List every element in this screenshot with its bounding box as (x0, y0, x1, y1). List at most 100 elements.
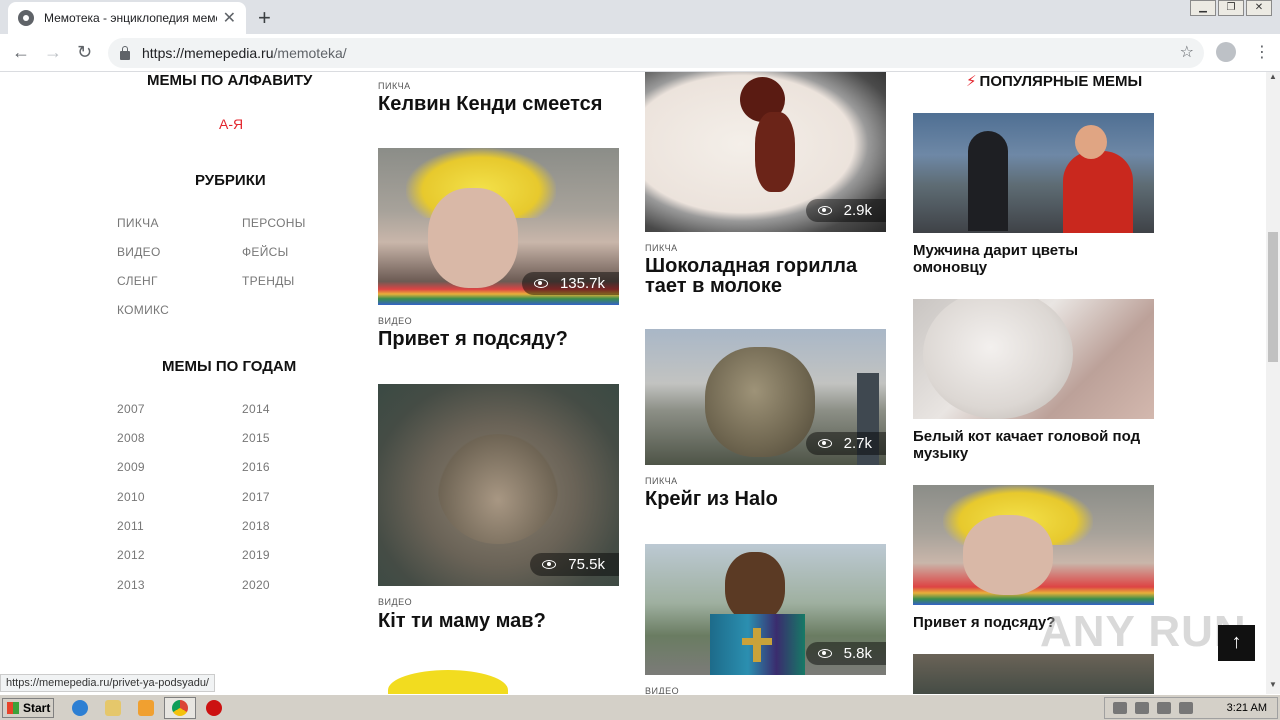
card-category: ПИКЧА (378, 81, 411, 91)
meme-thumbnail[interactable]: 135.7k (378, 148, 619, 305)
eye-icon (817, 649, 832, 658)
security-app-icon[interactable] (206, 700, 222, 716)
card-title[interactable]: Шоколадная горилла тает в молоке (645, 256, 885, 296)
card-title[interactable]: Привет я подсяду? (378, 329, 568, 349)
year-link[interactable]: 2015 (242, 431, 270, 445)
rubric-link[interactable]: ФЕЙСЫ (242, 245, 289, 259)
year-link[interactable]: 2020 (242, 578, 270, 592)
clock: 3:21 AM (1226, 702, 1267, 714)
view-counter: 5.8k (805, 642, 886, 665)
cross-art (753, 628, 761, 662)
card-category: ПИКЧА (645, 243, 678, 253)
rubric-link[interactable]: ПИКЧА (117, 216, 159, 230)
network-icon[interactable] (1157, 702, 1171, 714)
view-counter: 135.7k (521, 272, 619, 295)
chrome-icon (172, 700, 188, 716)
thumbnail-art (923, 299, 1073, 419)
popular-thumbnail[interactable] (913, 485, 1154, 605)
year-link[interactable]: 2016 (242, 460, 270, 474)
card-category: ПИКЧА (645, 476, 678, 486)
view-count: 75.5k (568, 556, 605, 573)
scroll-down-arrow-icon[interactable]: ▼ (1266, 680, 1280, 694)
thumbnail-art (725, 552, 785, 622)
thumbnail-art (1075, 125, 1107, 159)
internet-explorer-icon[interactable] (72, 700, 88, 716)
back-arrow-icon[interactable]: ← (12, 42, 30, 63)
meme-thumbnail[interactable]: 75.5k (378, 384, 619, 586)
year-link[interactable]: 2013 (117, 578, 145, 592)
year-link[interactable]: 2014 (242, 402, 270, 416)
page-scrollbar[interactable]: ▲ ▼ (1266, 72, 1280, 694)
close-tab-icon[interactable]: ✕ (223, 8, 236, 28)
year-link[interactable]: 2018 (242, 519, 270, 533)
profile-avatar-icon[interactable] (1216, 42, 1236, 62)
rubric-link[interactable]: ВИДЕО (117, 245, 161, 259)
forward-arrow-icon[interactable]: → (44, 42, 62, 63)
popular-title[interactable]: Мужчина дарит цветы омоновцу (913, 242, 1154, 276)
browser-titlebar: Мемотека - энциклопедия мемов ✕ + ▁ ❐ ✕ (0, 0, 1280, 34)
new-tab-icon[interactable]: + (258, 5, 271, 31)
year-link[interactable]: 2017 (242, 490, 270, 504)
bookmark-star-icon[interactable]: ☆ (1180, 42, 1194, 62)
flag-icon[interactable] (1179, 702, 1193, 714)
thumbnail-art (963, 515, 1053, 595)
rubric-link[interactable]: СЛЕНГ (117, 274, 158, 288)
reload-icon[interactable]: ↻ (77, 42, 92, 63)
meme-thumbnail[interactable]: 2.7k (645, 329, 886, 465)
address-bar[interactable]: https://memepedia.ru/memoteka/ ☆ (108, 38, 1204, 68)
year-link[interactable]: 2012 (117, 548, 145, 562)
thumbnail-art (1063, 151, 1133, 233)
rubric-link[interactable]: ПЕРСОНЫ (242, 216, 306, 230)
media-player-icon[interactable] (138, 700, 154, 716)
meme-thumbnail[interactable]: 5.8k (645, 544, 886, 675)
view-count: 2.9k (843, 202, 872, 219)
minimize-button[interactable]: ▁ (1190, 0, 1216, 16)
thumbnail-art (388, 670, 508, 694)
popular-thumbnail[interactable] (913, 113, 1154, 233)
volume-icon[interactable] (1135, 702, 1149, 714)
url-host: https://memepedia.ru (142, 45, 274, 61)
year-link[interactable]: 2010 (117, 490, 145, 504)
browser-menu-icon[interactable]: ⋮ (1254, 42, 1270, 62)
url-path: /memoteka/ (273, 45, 347, 61)
scrollbar-thumb[interactable] (1268, 232, 1278, 362)
scroll-up-arrow-icon[interactable]: ▲ (1266, 72, 1280, 86)
thumbnail-art (755, 112, 795, 192)
restore-button[interactable]: ❐ (1218, 0, 1244, 16)
card-title[interactable]: Крейг из Halo (645, 489, 778, 509)
year-link[interactable]: 2019 (242, 548, 270, 562)
scroll-to-top-button[interactable]: ↑ (1218, 625, 1255, 661)
browser-toolbar: ← → ↻ https://memepedia.ru/memoteka/ ☆ ⋮ (0, 34, 1280, 72)
year-link[interactable]: 2011 (117, 519, 144, 533)
site-favicon-icon (18, 10, 34, 26)
alphabet-heading: МЕМЫ ПО АЛФАВИТУ (147, 72, 313, 89)
card-category: ВИДЕО (378, 316, 413, 326)
years-heading: МЕМЫ ПО ГОДАМ (162, 358, 297, 375)
close-window-button[interactable]: ✕ (1246, 0, 1272, 16)
rubric-link[interactable]: ТРЕНДЫ (242, 274, 295, 288)
browser-tab[interactable]: Мемотека - энциклопедия мемов ✕ (8, 2, 246, 34)
eye-icon (542, 560, 557, 569)
year-link[interactable]: 2009 (117, 460, 145, 474)
view-count: 135.7k (559, 275, 605, 292)
popular-thumbnail[interactable] (913, 654, 1154, 694)
view-count: 5.8k (843, 645, 872, 662)
rubric-link[interactable]: КОМИКС (117, 303, 169, 317)
year-link[interactable]: 2008 (117, 431, 145, 445)
popular-heading-text: ПОПУЛЯРНЫЕ МЕМЫ (979, 73, 1143, 90)
card-category: ВИДЕО (378, 597, 413, 607)
lightning-icon: ⚡ (966, 73, 977, 90)
file-explorer-icon[interactable] (105, 700, 121, 716)
popular-title[interactable]: Белый кот качает головой под музыку (913, 428, 1154, 462)
card-title[interactable]: Кіт ти маму мав? (378, 611, 546, 631)
meme-thumbnail[interactable] (378, 664, 619, 694)
tray-arrow-icon[interactable] (1113, 702, 1127, 714)
popular-thumbnail[interactable] (913, 299, 1154, 419)
thumbnail-art (968, 131, 1008, 231)
card-title[interactable]: Келвин Кенди смеется (378, 94, 602, 114)
year-link[interactable]: 2007 (117, 402, 145, 416)
alphabet-link[interactable]: А-Я (219, 116, 243, 132)
start-button[interactable]: Start (2, 698, 54, 718)
chrome-taskbar-button[interactable] (164, 697, 196, 719)
meme-thumbnail[interactable]: 2.9k (645, 72, 886, 232)
